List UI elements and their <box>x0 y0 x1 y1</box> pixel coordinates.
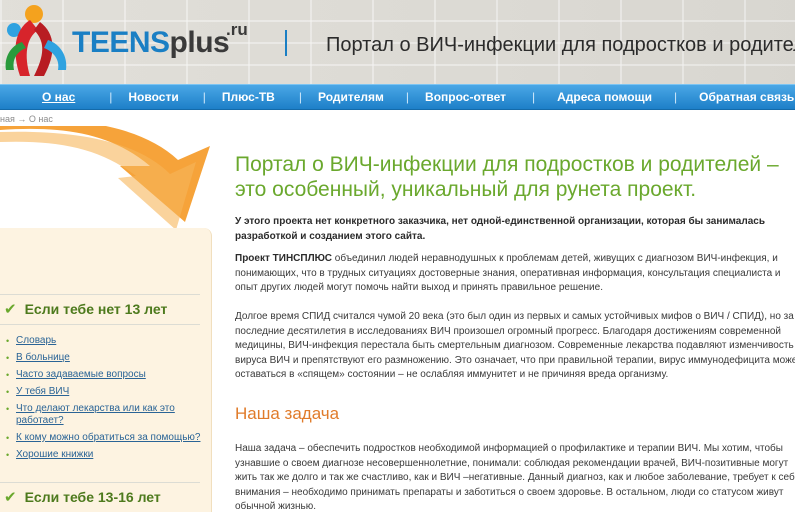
sidebar-section-title: Если тебе 13-16 лет <box>24 489 161 505</box>
sidebar-section-heading[interactable]: ✔ Если тебе 13-16 лет <box>4 488 161 506</box>
paragraph: Долгое время СПИД считался чумой 20 века… <box>235 311 795 380</box>
nav-separator: | <box>298 90 302 104</box>
nav-item-plus-tv[interactable]: Плюс-ТВ <box>222 85 275 109</box>
site-header: TEENSplus .ru Портал о ВИЧ-инфекции для … <box>0 0 795 84</box>
sidebar-divider <box>0 324 200 325</box>
bullet-icon: • <box>6 433 10 443</box>
nav-item-help-addresses[interactable]: Адреса помощи <box>557 85 652 109</box>
breadcrumb: ная → О нас <box>0 114 53 124</box>
nav-separator: | <box>202 90 206 104</box>
sidebar-link[interactable]: Хорошие книжки <box>16 449 93 461</box>
sidebar-divider <box>0 482 200 483</box>
sidebar-link[interactable]: Словарь <box>16 335 56 347</box>
nav-item-feedback[interactable]: Обратная связь <box>699 85 794 109</box>
paragraph: Наша задача – обеспечить подростков необ… <box>235 443 795 512</box>
nav-item-parents[interactable]: Родителям <box>318 85 384 109</box>
main-content: Портал о ВИЧ-инфекции для подростков и р… <box>235 152 795 512</box>
bullet-icon: • <box>6 404 10 414</box>
nav-separator: | <box>674 90 678 104</box>
intro-paragraph: У этого проекта нет конкретного заказчик… <box>235 216 765 242</box>
list-item[interactable]: • Хорошие книжки <box>6 449 206 461</box>
list-item[interactable]: • У тебя ВИЧ <box>6 386 206 398</box>
bullet-icon: • <box>6 370 10 380</box>
project-name: Проект ТИНСПЛЮС <box>235 253 332 264</box>
sidebar-link[interactable]: У тебя ВИЧ <box>16 386 69 398</box>
section-heading: Наша задача <box>235 404 340 423</box>
site-logo[interactable]: TEENSplus .ru <box>0 0 270 84</box>
list-item[interactable]: • Часто задаваемые вопросы <box>6 369 206 381</box>
aids-ribbon-logo-icon <box>5 5 67 76</box>
checkmark-icon: ✔ <box>4 489 17 506</box>
sidebar-link[interactable]: В больнице <box>16 352 70 364</box>
nav-item-news[interactable]: Новости <box>128 85 178 109</box>
list-item[interactable]: • Что делают лекарства или как это работа… <box>6 403 206 427</box>
logo-wordmark: TEENSplus <box>72 26 230 59</box>
sidebar-link[interactable]: К кому можно обратиться за помощью? <box>16 432 200 444</box>
sidebar-section-heading[interactable]: ✔ Если тебе нет 13 лет <box>4 300 167 318</box>
nav-item-about[interactable]: О нас <box>42 85 75 109</box>
list-item[interactable]: • В больнице <box>6 352 206 364</box>
page-title: Портал о ВИЧ-инфекции для подростков и р… <box>235 153 779 201</box>
sidebar-link[interactable]: Что делают лекарства или как это работае… <box>16 403 176 427</box>
header-tagline: Портал о ВИЧ-инфекции для подростков и р… <box>326 34 795 56</box>
header-divider <box>285 30 287 56</box>
sidebar-divider <box>0 294 200 295</box>
main-navigation: О нас | Новости | Плюс-ТВ | Родителям | … <box>0 84 795 110</box>
list-item[interactable]: • Словарь <box>6 335 206 347</box>
sidebar-link-list: • Словарь • В больнице • Часто задаваемые в… <box>6 335 206 466</box>
bullet-icon: • <box>6 387 10 397</box>
list-item[interactable]: • К кому можно обратиться за помощью? <box>6 432 206 444</box>
nav-separator: | <box>109 90 113 104</box>
nav-separator: | <box>531 90 536 104</box>
checkmark-icon: ✔ <box>4 301 17 318</box>
nav-item-questions[interactable]: Вопрос-ответ <box>425 85 506 109</box>
paragraph: Проект ТИНСПЛЮС объединил людей неравнод… <box>235 252 795 296</box>
sidebar-link[interactable]: Часто задаваемые вопросы <box>16 369 146 381</box>
sidebar-section-title: Если тебе нет 13 лет <box>24 301 168 317</box>
bullet-icon: • <box>6 336 10 346</box>
bullet-icon: • <box>6 450 10 460</box>
bullet-icon: • <box>6 353 10 363</box>
logo-tld: .ru <box>226 20 248 39</box>
nav-separator: | <box>405 90 410 104</box>
